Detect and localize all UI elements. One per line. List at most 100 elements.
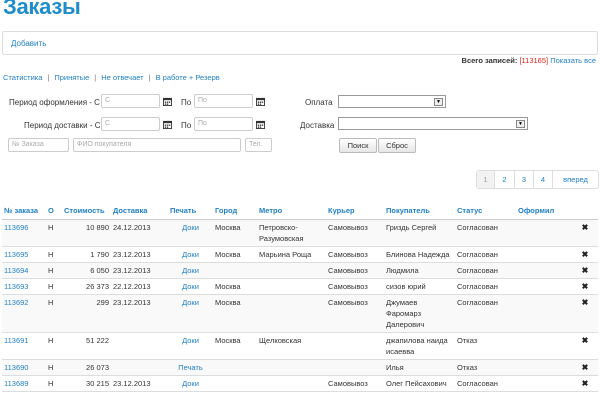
- order-o: Н: [46, 359, 62, 376]
- delete-icon[interactable]: ✖: [572, 219, 598, 247]
- order-number-link[interactable]: 113692: [4, 298, 28, 307]
- delete-icon[interactable]: ✖: [572, 332, 598, 360]
- dropdown-arrow-icon: ▼: [516, 120, 525, 128]
- order-delivery: [111, 359, 168, 376]
- order-metro: [257, 359, 326, 376]
- period-delivery-to-input[interactable]: По: [194, 117, 253, 131]
- order-number-link[interactable]: 113696: [4, 223, 28, 232]
- order-cost: 26 373: [62, 278, 111, 295]
- column-header-city[interactable]: Город: [213, 204, 257, 220]
- column-header-buyer[interactable]: Покупатель: [384, 204, 455, 220]
- print-link[interactable]: Доки: [182, 298, 199, 307]
- order-city: [213, 262, 257, 279]
- add-panel: Добавить: [2, 31, 598, 55]
- order-buyer: Олег Пейсахович: [384, 375, 455, 392]
- order-o: Н: [46, 294, 62, 333]
- page-1[interactable]: 1: [477, 171, 495, 188]
- page-2[interactable]: 2: [495, 171, 515, 188]
- order-metro: Петровско-Разумовская: [257, 219, 326, 247]
- table-row: 113694 Н 6 050 23.12.2013 Доки Самовывоз…: [2, 262, 598, 279]
- show-all-link[interactable]: Показать все: [550, 56, 596, 65]
- print-link[interactable]: Доки: [182, 266, 199, 275]
- column-header-issuer[interactable]: Оформил: [516, 204, 572, 220]
- page-3[interactable]: 3: [515, 171, 534, 188]
- order-courier: Самовывоз: [326, 294, 384, 333]
- records-summary: Всего записей: [113165] Показать все: [462, 56, 596, 65]
- next-page-link[interactable]: вперед: [553, 171, 598, 188]
- buyer-name-input[interactable]: ФИО покупателя: [73, 138, 241, 152]
- delete-icon[interactable]: ✖: [572, 262, 598, 279]
- calendar-icon[interactable]: [253, 117, 267, 131]
- order-cost: 299: [62, 294, 111, 333]
- order-number-link[interactable]: 113694: [4, 266, 28, 275]
- order-o: Н: [46, 332, 62, 360]
- order-metro: [257, 375, 326, 392]
- payment-select[interactable]: ▼: [338, 95, 446, 108]
- order-cost: 51 222: [62, 332, 111, 360]
- order-delivery: 24.12.2013: [111, 219, 168, 247]
- order-metro: Марьина Роща: [257, 246, 326, 263]
- period-order-to-label: По: [181, 98, 192, 107]
- order-o: Н: [46, 262, 62, 279]
- order-status: Согласован: [455, 294, 516, 333]
- delete-icon[interactable]: ✖: [572, 246, 598, 263]
- order-number-link[interactable]: 113691: [4, 336, 28, 345]
- column-header-delivery[interactable]: Доставка: [111, 204, 168, 220]
- period-order-to-input[interactable]: По: [194, 94, 253, 108]
- column-header-number[interactable]: № заказа: [2, 204, 46, 220]
- records-count: [113165]: [519, 56, 549, 65]
- table-row: 113696 Н 10 890 24.12.2013 Доки Москва П…: [2, 219, 598, 247]
- order-number-link[interactable]: 113690: [4, 363, 28, 372]
- filter-statistics[interactable]: Статистика: [3, 73, 42, 82]
- phone-input[interactable]: Тел.: [245, 138, 272, 152]
- period-order-from-input[interactable]: С: [101, 94, 160, 108]
- table-header-row: № заказа О Стоимость Доставка Печать Гор…: [2, 204, 598, 220]
- order-metro: [257, 278, 326, 295]
- calendar-icon[interactable]: [160, 94, 174, 108]
- order-issuer: [516, 294, 572, 333]
- order-cost: 6 050: [62, 262, 111, 279]
- print-link[interactable]: Доки: [182, 379, 199, 388]
- quick-filters: Статистика | Принятые | Не отвечает | В работе…: [3, 73, 220, 82]
- column-header-cost[interactable]: Стоимость: [62, 204, 111, 220]
- column-header-metro[interactable]: Метро: [257, 204, 326, 220]
- order-issuer: [516, 375, 572, 392]
- filter-no-answer[interactable]: Не отвечает: [101, 73, 143, 82]
- column-header-o[interactable]: О: [46, 204, 62, 220]
- order-number-link[interactable]: 113695: [4, 250, 28, 259]
- column-header-status[interactable]: Статус: [455, 204, 516, 220]
- column-header-print[interactable]: Печать: [168, 204, 213, 220]
- calendar-icon[interactable]: [253, 94, 267, 108]
- column-header-courier[interactable]: Курьер: [326, 204, 384, 220]
- filter-in-work[interactable]: В работе + Резерв: [156, 73, 220, 82]
- delete-icon[interactable]: ✖: [572, 359, 598, 376]
- order-number-link[interactable]: 113693: [4, 282, 28, 291]
- order-issuer: [516, 219, 572, 247]
- order-city: [213, 359, 257, 376]
- print-link[interactable]: Доки: [182, 223, 199, 232]
- filter-accepted[interactable]: Принятые: [54, 73, 89, 82]
- delete-icon[interactable]: ✖: [572, 294, 598, 333]
- order-buyer: Блинова Надежда: [384, 246, 455, 263]
- add-button[interactable]: Добавить: [11, 39, 46, 48]
- reset-button[interactable]: Сброс: [378, 138, 416, 153]
- order-courier: Самовывоз: [326, 246, 384, 263]
- delete-icon[interactable]: ✖: [572, 375, 598, 392]
- orders-table: № заказа О Стоимость Доставка Печать Гор…: [2, 204, 598, 392]
- period-delivery-from-input[interactable]: С: [101, 117, 160, 131]
- delivery-select[interactable]: ▼: [338, 117, 528, 130]
- order-cost: 30 215: [62, 375, 111, 392]
- page-4[interactable]: 4: [534, 171, 553, 188]
- print-link[interactable]: Доки: [182, 282, 199, 291]
- order-number-input[interactable]: № Заказа: [8, 138, 69, 152]
- delete-icon[interactable]: ✖: [572, 278, 598, 295]
- order-status: Согласован: [455, 246, 516, 263]
- table-row: 113693 Н 26 373 22.12.2013 Доки Москва С…: [2, 278, 598, 295]
- order-courier: Самовывоз: [326, 262, 384, 279]
- search-button[interactable]: Поиск: [339, 138, 377, 153]
- order-number-link[interactable]: 113689: [4, 379, 28, 388]
- print-link[interactable]: Доки: [182, 336, 199, 345]
- calendar-icon[interactable]: [160, 117, 174, 131]
- print-link[interactable]: Печать: [178, 363, 203, 372]
- print-link[interactable]: Доки: [182, 250, 199, 259]
